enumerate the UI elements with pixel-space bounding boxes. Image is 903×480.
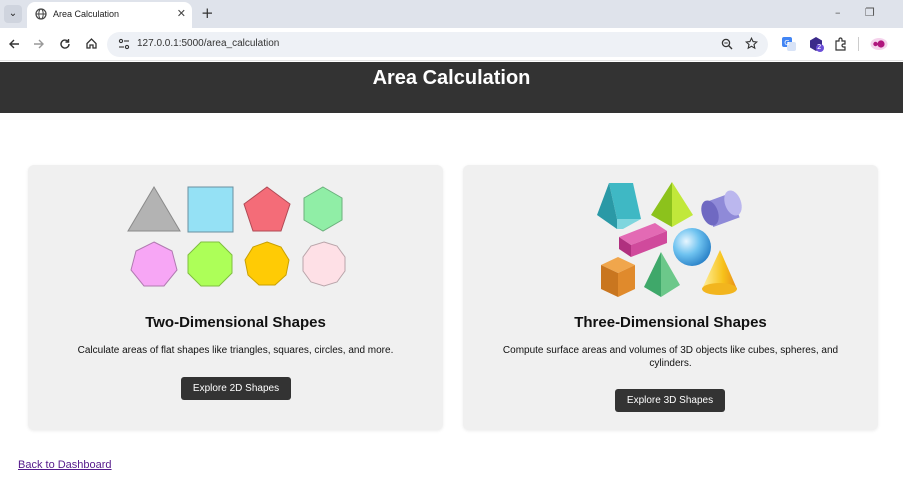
zoom-icon[interactable]: [721, 38, 733, 50]
heptagon-icon: [130, 241, 178, 287]
browser-tab[interactable]: Area Calculation ✕: [27, 2, 192, 28]
pyramid-icon: [651, 182, 693, 227]
puzzle-icon[interactable]: [833, 36, 849, 52]
svg-text:G: G: [784, 39, 789, 47]
square-icon: [187, 186, 234, 233]
page-title: Area Calculation: [372, 67, 531, 89]
url-text[interactable]: 127.0.0.1:5000/area_calculation: [137, 38, 279, 49]
card-3d-shapes: Three-Dimensional Shapes Compute surface…: [463, 165, 878, 430]
card-title: Two-Dimensional Shapes: [145, 314, 326, 331]
sphere-icon: [673, 228, 711, 266]
toolbar-divider: [858, 37, 859, 51]
forward-arrow-icon[interactable]: [33, 38, 45, 50]
back-arrow-icon[interactable]: [8, 38, 20, 50]
restore-button[interactable]: ❐: [865, 6, 875, 19]
globe-icon: [35, 8, 47, 20]
nonagon-icon: [244, 241, 290, 286]
triangle-icon: [127, 186, 181, 232]
extension-badge-count: 2: [817, 43, 822, 51]
explore-3d-button[interactable]: Explore 3D Shapes: [615, 389, 725, 412]
3d-shapes-illustration: [597, 182, 742, 297]
card-description: Compute surface areas and volumes of 3D …: [502, 345, 839, 369]
card-title: Three-Dimensional Shapes: [574, 314, 767, 331]
extension-badge-icon[interactable]: [808, 36, 824, 52]
minimize-button[interactable]: –: [835, 6, 841, 19]
home-icon[interactable]: [85, 37, 98, 50]
cube-icon: [601, 257, 635, 297]
reload-icon[interactable]: [59, 38, 71, 50]
rectangular-prism-icon: [619, 223, 667, 257]
back-to-dashboard-link[interactable]: Back to Dashboard: [18, 459, 112, 471]
octagon-icon: [187, 241, 233, 287]
tab-search-chevron-icon[interactable]: ⌄: [4, 5, 22, 23]
cylinder-icon: [701, 190, 742, 228]
page-header: Area Calculation: [0, 62, 903, 113]
tab-close-icon[interactable]: ✕: [177, 7, 186, 20]
browser-tab-strip: ⌄ Area Calculation ✕ + – ❐: [0, 0, 903, 28]
card-2d-shapes: Two-Dimensional Shapes Calculate areas o…: [28, 165, 443, 430]
explore-2d-button[interactable]: Explore 2D Shapes: [181, 377, 291, 400]
pentagon-icon: [243, 186, 291, 232]
tab-title: Area Calculation: [53, 9, 120, 19]
address-bar[interactable]: 127.0.0.1:5000/area_calculation: [107, 32, 768, 57]
new-tab-button[interactable]: +: [201, 4, 214, 22]
2d-shapes-illustration: [127, 186, 346, 287]
profile-icon[interactable]: [870, 36, 888, 52]
card-description: Calculate areas of flat shapes like tria…: [77, 345, 394, 356]
browser-toolbar: 127.0.0.1:5000/area_calculation G 2: [0, 28, 903, 61]
hexagon-icon: [303, 186, 343, 232]
site-info-icon[interactable]: [118, 38, 130, 50]
triangular-prism-icon: [597, 183, 641, 229]
decagon-icon: [302, 241, 346, 287]
bookmark-star-icon[interactable]: [745, 37, 758, 50]
tetrahedron-icon: [644, 252, 680, 297]
translate-icon[interactable]: G: [781, 36, 797, 52]
